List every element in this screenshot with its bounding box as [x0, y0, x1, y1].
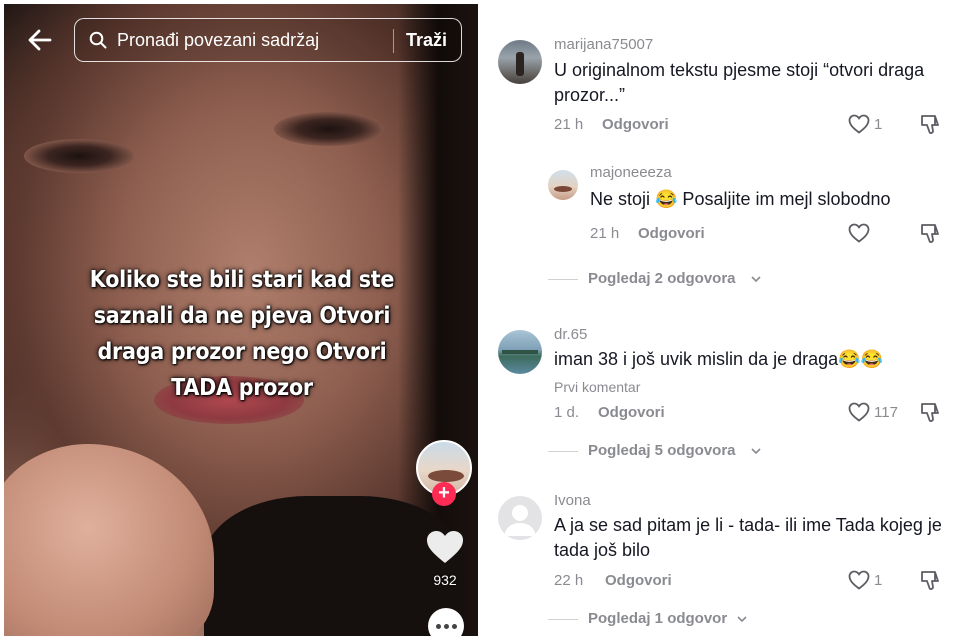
view-replies-button[interactable]: Pogledaj 2 odgovora [548, 270, 808, 290]
comment-username[interactable]: majoneeeza [590, 164, 672, 181]
avatar-figure [554, 186, 572, 192]
divider-line [548, 451, 578, 452]
heart-icon[interactable] [426, 530, 464, 564]
search-bar[interactable]: Pronađi povezani sadržaj Traži [74, 18, 462, 62]
video-frame-shirt [204, 496, 464, 636]
comment-dot [436, 624, 441, 629]
comment-time: 21 h [590, 225, 620, 242]
heart-outline-icon[interactable] [848, 570, 870, 590]
default-avatar-icon [504, 505, 536, 536]
search-placeholder[interactable]: Pronađi povezani sadržaj [117, 30, 319, 51]
thumbs-down-icon[interactable] [920, 113, 942, 135]
avatar-figure [502, 350, 538, 354]
comment-time: 22 h [554, 572, 584, 589]
comment-dot [452, 624, 457, 629]
view-replies-label[interactable]: Pogledaj 5 odgovora [588, 442, 736, 459]
video-top-bar: Pronađi povezani sadržaj Traži [4, 16, 478, 64]
video-caption: Koliko ste bili stari kad ste saznali da… [89, 267, 395, 401]
comment-time: 1 d. [554, 404, 580, 421]
chevron-down-icon [751, 276, 761, 283]
avatar[interactable] [548, 170, 578, 200]
comment-icon[interactable] [428, 608, 464, 636]
comment-like-count: 117 [874, 404, 898, 421]
back-button[interactable] [22, 22, 58, 58]
reply-button[interactable]: Odgovori [602, 116, 669, 133]
avatar[interactable] [498, 40, 542, 84]
plus-icon: + [438, 482, 450, 504]
video-player[interactable]: Pronađi povezani sadržaj Traži Koliko st… [4, 4, 478, 636]
first-comment-tag: Prvi komentar [554, 379, 641, 395]
avatar-figure [428, 470, 464, 482]
follow-button[interactable]: + [432, 482, 456, 506]
reply-button[interactable]: Odgovori [598, 404, 665, 421]
thumbs-down-icon[interactable] [920, 401, 942, 423]
comment-username[interactable]: Ivona [554, 492, 591, 509]
view-replies-label[interactable]: Pogledaj 2 odgovora [588, 270, 736, 287]
comment-time: 21 h [554, 116, 584, 133]
like-count: 932 [433, 572, 457, 588]
heart-outline-icon[interactable] [848, 114, 870, 134]
comments-panel: marijana75007 U originalnom tekstu pjesm… [484, 0, 960, 640]
comment-text: U originalnom tekstu pjesme stoji “otvor… [554, 60, 925, 105]
search-divider [393, 29, 394, 53]
view-replies-button[interactable]: Pogledaj 1 odgovor [548, 610, 808, 630]
heart-outline-icon[interactable] [848, 402, 870, 422]
comment-item: marijana75007 U originalnom tekstu pjesm… [484, 0, 960, 150]
comment-text: A ja se sad pitam je li - tada- ili ime … [554, 515, 942, 560]
comment-like-count: 1 [874, 116, 883, 133]
comment-item: Ivona A ja se sad pitam je li - tada- il… [484, 484, 960, 604]
screenshot-composite: Pronađi povezani sadržaj Traži Koliko st… [0, 0, 960, 640]
comment-username[interactable]: dr.65 [554, 326, 587, 343]
thumbs-down-icon[interactable] [920, 569, 942, 591]
comment-text: Ne stoji 😂 Posaljite im mejl slobodno [590, 189, 891, 209]
avatar[interactable] [498, 496, 542, 540]
divider-line [548, 619, 578, 620]
arrow-left-icon [28, 29, 52, 51]
comment-dot [444, 624, 449, 629]
comment-like-count: 1 [874, 572, 883, 589]
avatar-figure [516, 52, 524, 76]
chevron-down-icon [751, 448, 761, 455]
reply-button[interactable]: Odgovori [605, 572, 672, 589]
comment-item: dr.65 iman 38 i još uvik mislin da je dr… [484, 316, 960, 436]
reply-button[interactable]: Odgovori [638, 225, 705, 242]
divider-line [548, 279, 578, 280]
chevron-down-icon [737, 616, 747, 623]
view-replies-button[interactable]: Pogledaj 5 odgovora [548, 442, 808, 462]
thumbs-down-icon[interactable] [920, 222, 942, 244]
video-frame-eye-left [24, 139, 134, 173]
avatar[interactable] [498, 330, 542, 374]
view-replies-label[interactable]: Pogledaj 1 odgovor [588, 610, 727, 627]
search-icon [89, 31, 107, 49]
heart-outline-icon[interactable] [848, 223, 870, 243]
video-frame-eye-right [274, 112, 384, 146]
reply-item: majoneeeza Ne stoji 😂 Posaljite im mejl … [484, 150, 960, 260]
comment-text: iman 38 i još uvik mislin da je draga😂😂 [554, 349, 883, 369]
comment-username[interactable]: marijana75007 [554, 36, 653, 53]
search-button[interactable]: Traži [406, 30, 447, 51]
